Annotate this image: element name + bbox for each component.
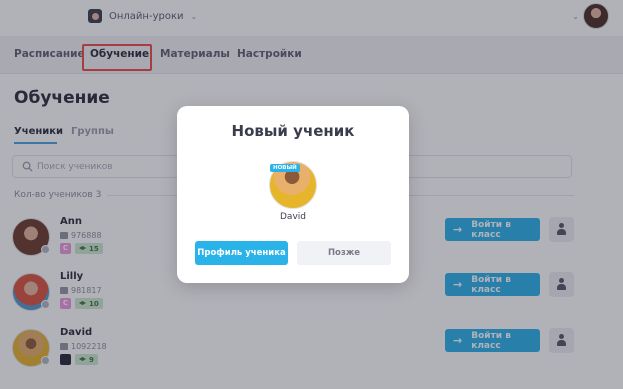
modal-title: Новый ученик <box>231 122 355 140</box>
new-badge: НОВЫЙ <box>270 164 300 172</box>
new-student-modal: Новый ученик НОВЫЙ David Профиль ученика… <box>177 106 409 283</box>
later-button[interactable]: Позже <box>297 241 391 265</box>
student-profile-button[interactable]: Профиль ученика <box>195 241 288 265</box>
student-name: David <box>280 212 306 222</box>
